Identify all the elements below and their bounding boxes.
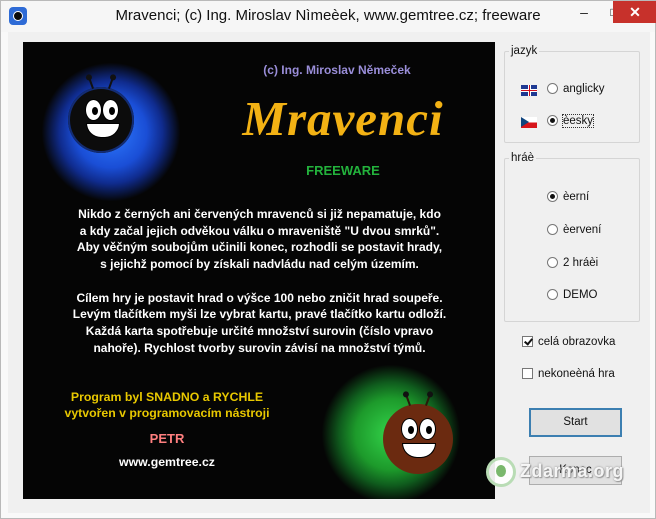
watermark: Zdarma.org xyxy=(486,455,636,491)
program-credit: Program byl SNADNO a RYCHLE vytvořen v p… xyxy=(64,390,270,420)
flag-cz-icon xyxy=(521,117,537,128)
radio-two-players-circle[interactable] xyxy=(547,257,558,269)
dialog-content: (c) Ing. Miroslav Němeček Mravenci FREEW… xyxy=(8,32,650,513)
website-label: www.gemtree.cz xyxy=(119,455,215,469)
minimize-button[interactable]: – xyxy=(569,2,599,24)
app-window: Mravenci; (c) Ing. Miroslav Nìmeèek, www… xyxy=(0,0,656,519)
black-ant-icon xyxy=(68,77,134,153)
close-button[interactable]: ✕ xyxy=(613,1,656,23)
endless-game-checkbox-label[interactable]: nekoneèná hra xyxy=(538,368,615,380)
watermark-logo-icon xyxy=(486,457,516,487)
radio-demo[interactable]: DEMO xyxy=(547,289,598,301)
endless-game-checkbox-box[interactable] xyxy=(522,368,533,380)
radio-red[interactable]: èervení xyxy=(547,224,601,236)
radio-english-label[interactable]: anglicky xyxy=(563,83,605,95)
splash-panel: (c) Ing. Miroslav Němeček Mravenci FREEW… xyxy=(23,42,495,499)
language-group: jazyk anglicky èesky xyxy=(504,45,640,143)
eye-icon xyxy=(419,418,436,440)
flag-uk-icon xyxy=(521,85,537,96)
radio-demo-label[interactable]: DEMO xyxy=(563,289,598,301)
radio-demo-circle[interactable] xyxy=(547,289,558,301)
eye-icon xyxy=(85,99,102,121)
author-credit: (c) Ing. Miroslav Němeček xyxy=(263,63,411,77)
radio-czech-circle[interactable] xyxy=(547,115,558,127)
radio-black[interactable]: èerní xyxy=(547,191,589,203)
radio-red-circle[interactable] xyxy=(547,224,558,236)
fullscreen-checkbox-box[interactable] xyxy=(522,336,533,348)
start-button[interactable]: Start xyxy=(529,408,622,437)
radio-english-circle[interactable] xyxy=(547,83,558,95)
smile-icon xyxy=(402,443,436,458)
freeware-label: FREEWARE xyxy=(306,163,380,178)
players-legend: hráè xyxy=(511,152,535,164)
fullscreen-checkbox-label[interactable]: celá obrazovka xyxy=(538,336,615,348)
watermark-text: Zdarma.org xyxy=(520,461,625,481)
rules-paragraph: Cílem hry je postavit hrad o výšce 100 n… xyxy=(72,290,447,355)
fullscreen-checkbox[interactable]: celá obrazovka xyxy=(522,336,615,348)
language-legend: jazyk xyxy=(511,45,538,57)
radio-black-label[interactable]: èerní xyxy=(563,191,589,203)
radio-czech[interactable]: èesky xyxy=(547,114,595,128)
game-logo: Mravenci xyxy=(242,91,444,146)
players-group: hráè èerní èervení 2 hráèi DEMO xyxy=(504,152,640,322)
game-description: Nikdo z černých ani červených mravenců s… xyxy=(47,206,472,373)
title-bar[interactable]: Mravenci; (c) Ing. Miroslav Nìmeèek, www… xyxy=(1,1,656,32)
radio-english[interactable]: anglicky xyxy=(547,83,605,95)
petr-label: PETR xyxy=(149,431,185,446)
eye-icon xyxy=(102,99,119,121)
smile-icon xyxy=(86,123,120,138)
radio-red-label[interactable]: èervení xyxy=(563,224,601,236)
radio-two-players-label[interactable]: 2 hráèi xyxy=(563,257,598,269)
endless-game-checkbox[interactable]: nekoneèná hra xyxy=(522,368,615,380)
radio-black-circle[interactable] xyxy=(547,191,558,203)
story-paragraph: Nikdo z černých ani červených mravenců s… xyxy=(76,207,443,272)
radio-two-players[interactable]: 2 hráèi xyxy=(547,257,598,269)
red-ant-icon xyxy=(383,394,453,474)
eye-icon xyxy=(401,418,418,440)
window-title: Mravenci; (c) Ing. Miroslav Nìmeèek, www… xyxy=(115,7,541,24)
radio-czech-label[interactable]: èesky xyxy=(561,114,595,128)
